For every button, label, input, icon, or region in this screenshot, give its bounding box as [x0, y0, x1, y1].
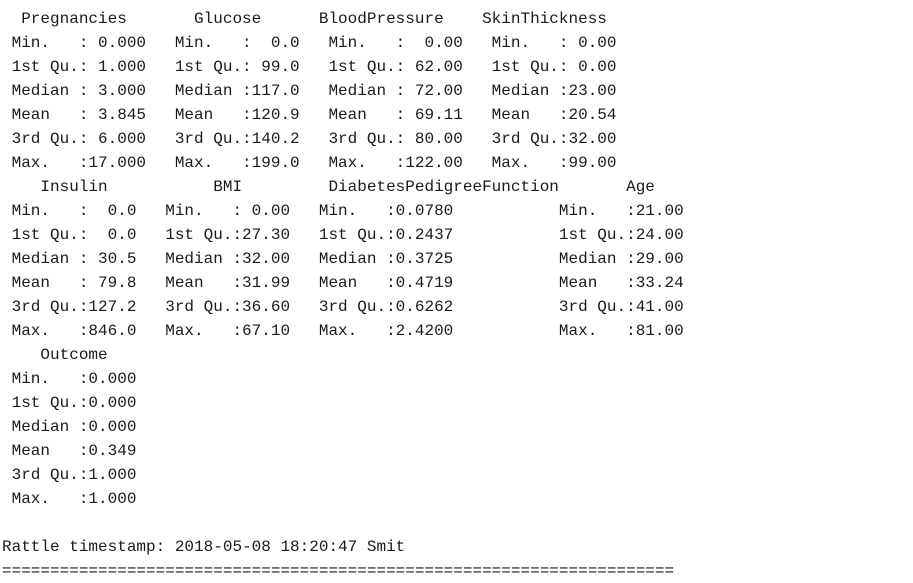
- summary-header: Insulin BMI DiabetesPedigreeFunction Age: [2, 178, 655, 196]
- summary-row: 3rd Qu.:127.2 3rd Qu.:36.60 3rd Qu.:0.62…: [2, 298, 684, 316]
- rattle-timestamp: Rattle timestamp: 2018-05-08 18:20:47 Sm…: [2, 538, 406, 556]
- separator-line: ========================================…: [2, 562, 675, 580]
- summary-header: Outcome: [2, 346, 108, 364]
- summary-row: Median : 30.5 Median :32.00 Median :0.37…: [2, 250, 684, 268]
- summary-row: Mean :0.349: [2, 442, 137, 460]
- summary-row: Mean : 3.845 Mean :120.9 Mean : 69.11 Me…: [2, 106, 617, 124]
- summary-row: 1st Qu.: 0.0 1st Qu.:27.30 1st Qu.:0.243…: [2, 226, 684, 244]
- summary-row: Mean : 79.8 Mean :31.99 Mean :0.4719 Mea…: [2, 274, 684, 292]
- rattle-summary-output: Pregnancies Glucose BloodPressure SkinTh…: [0, 0, 913, 583]
- summary-row: Median : 3.000 Median :117.0 Median : 72…: [2, 82, 617, 100]
- summary-row: Min. : 0.0 Min. : 0.00 Min. :0.0780 Min.…: [2, 202, 684, 220]
- summary-row: Max. :846.0 Max. :67.10 Max. :2.4200 Max…: [2, 322, 684, 340]
- summary-row: Min. :0.000: [2, 370, 137, 388]
- summary-row: Max. :17.000 Max. :199.0 Max. :122.00 Ma…: [2, 154, 617, 172]
- summary-block-3: Outcome Min. :0.000 1st Qu.:0.000 Median…: [2, 343, 913, 511]
- summary-row: Median :0.000: [2, 418, 137, 436]
- summary-block-2: Insulin BMI DiabetesPedigreeFunction Age…: [2, 175, 913, 343]
- summary-row: 3rd Qu.: 6.000 3rd Qu.:140.2 3rd Qu.: 80…: [2, 130, 617, 148]
- summary-row: 3rd Qu.:1.000: [2, 466, 137, 484]
- summary-header: Pregnancies Glucose BloodPressure SkinTh…: [2, 10, 607, 28]
- summary-row: Min. : 0.000 Min. : 0.0 Min. : 0.00 Min.…: [2, 34, 617, 52]
- summary-row: Max. :1.000: [2, 490, 137, 508]
- summary-block-1: Pregnancies Glucose BloodPressure SkinTh…: [2, 7, 913, 175]
- summary-row: 1st Qu.: 1.000 1st Qu.: 99.0 1st Qu.: 62…: [2, 58, 617, 76]
- summary-row: 1st Qu.:0.000: [2, 394, 137, 412]
